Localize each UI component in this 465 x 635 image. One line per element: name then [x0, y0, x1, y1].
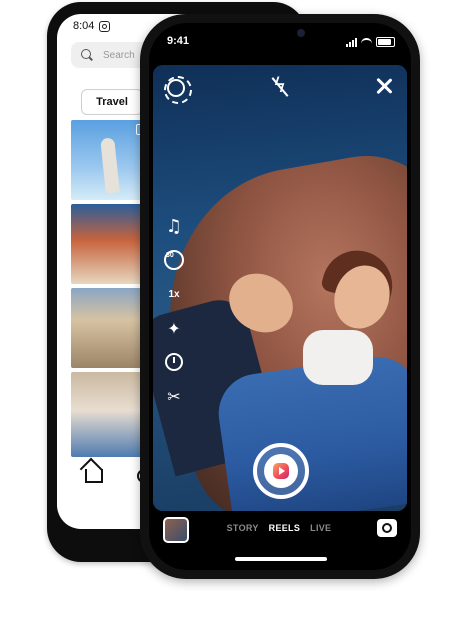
camera-viewfinder[interactable]: ♫ 30 1x ✦ ✂ — [153, 65, 407, 511]
flip-camera-icon[interactable] — [377, 519, 397, 537]
status-bar: 8:04 — [73, 20, 111, 32]
record-button-inner — [264, 454, 298, 488]
notch — [239, 23, 323, 45]
gear-icon[interactable] — [164, 76, 192, 104]
explore-tile[interactable] — [71, 372, 151, 457]
timer-30-icon: 30 — [164, 250, 184, 270]
reels-tools: ♫ 30 1x ✦ ✂ — [163, 215, 187, 419]
reels-icon — [273, 463, 289, 479]
scissors-icon[interactable]: ✂ — [163, 385, 185, 407]
flash-off-icon[interactable] — [273, 73, 287, 97]
home-indicator[interactable] — [235, 557, 327, 561]
hand-photo — [100, 137, 120, 194]
home-icon[interactable] — [85, 469, 103, 483]
mode-reels[interactable]: REELS — [269, 523, 301, 533]
instagram-icon — [99, 20, 111, 32]
status-time: 9:41 — [167, 35, 190, 47]
reels-camera-screen: 9:41 ♫ 30 — [149, 23, 411, 570]
gallery-thumbnail[interactable] — [163, 517, 189, 543]
countdown-icon — [165, 353, 183, 371]
person-turtleneck — [303, 330, 373, 385]
iphone: 9:41 ♫ 30 — [140, 14, 420, 579]
effects-wand-icon[interactable]: ✦ — [163, 317, 185, 339]
mode-live[interactable]: LIVE — [310, 523, 331, 533]
battery-icon — [376, 37, 395, 47]
signal-icon — [346, 38, 357, 47]
countdown-button[interactable] — [163, 351, 185, 373]
mode-story[interactable]: STORY — [227, 523, 259, 533]
music-icon[interactable]: ♫ — [163, 215, 185, 237]
search-placeholder: Search — [103, 49, 135, 61]
explore-tile[interactable] — [71, 288, 151, 368]
camera-top-controls — [153, 65, 407, 115]
mode-selector: STORY REELS LIVE — [219, 523, 339, 533]
front-camera — [297, 29, 305, 37]
topic-chip-travel[interactable]: Travel — [81, 89, 143, 115]
record-button[interactable] — [253, 443, 309, 499]
wifi-icon — [361, 38, 372, 47]
timer-length-button[interactable]: 30 — [163, 249, 185, 271]
status-time: 8:04 — [73, 20, 95, 32]
search-icon — [81, 49, 93, 61]
speed-icon[interactable]: 1x — [163, 283, 185, 305]
explore-tile[interactable] — [71, 204, 151, 284]
close-icon[interactable] — [375, 77, 393, 95]
explore-tile[interactable] — [71, 120, 151, 200]
status-icons — [346, 37, 395, 47]
camera-bottom-bar: STORY REELS LIVE — [149, 515, 411, 555]
